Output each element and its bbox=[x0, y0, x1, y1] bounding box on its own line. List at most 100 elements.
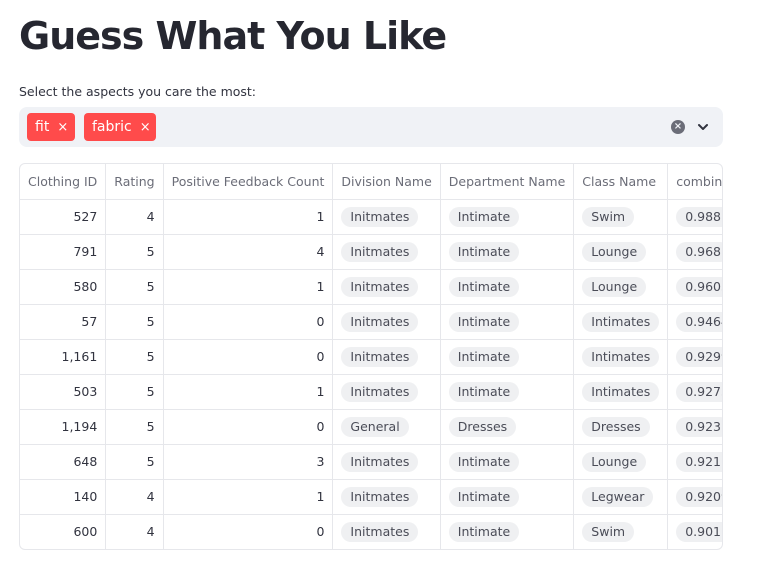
table-cell: 5 bbox=[105, 374, 164, 410]
chip-label: fit bbox=[35, 119, 50, 135]
table-cell: Intimate bbox=[440, 234, 575, 270]
table-cell: Initmates bbox=[332, 199, 441, 235]
table-header-row: Clothing ID Rating Positive Feedback Count… bbox=[20, 164, 722, 200]
table-row[interactable]: 14041 Initmates Intimate Legwear 0.9209 bbox=[20, 479, 722, 515]
table-cell: 4 bbox=[163, 234, 334, 270]
table-body: 52741InitmatesIntimateSwim0.988779154Ini… bbox=[20, 199, 722, 549]
selected-chip-fit: fit × bbox=[27, 113, 75, 141]
multiselect-label: Select the aspects you care the most: bbox=[19, 84, 257, 99]
table-row[interactable]: 64853 Initmates Intimate Lounge 0.9217 bbox=[20, 444, 722, 480]
table-cell: 1 bbox=[163, 479, 334, 515]
table-row[interactable]: 5750 Initmates Intimate Intimates 0.9464 bbox=[20, 304, 722, 340]
cell-pill: 0.9273 bbox=[676, 381, 722, 402]
table-cell: Lounge bbox=[573, 269, 669, 305]
table-cell: 4 bbox=[105, 199, 164, 235]
close-icon[interactable]: × bbox=[140, 121, 151, 134]
page-title: Guess What You Like bbox=[19, 14, 447, 58]
table-cell: Dresses bbox=[440, 409, 575, 445]
data-table[interactable]: Clothing ID Rating Positive Feedback Count… bbox=[19, 163, 723, 550]
table-row[interactable]: 50351 Initmates Intimate Intimates 0.9273 bbox=[20, 374, 722, 410]
table-cell: 503 bbox=[20, 374, 107, 410]
table-row[interactable]: 1,16150 Initmates Intimate Intimates 0.9299 bbox=[20, 339, 722, 375]
clear-circle-icon[interactable]: × bbox=[671, 120, 685, 134]
cell-pill: Intimate bbox=[448, 451, 520, 472]
table-cell: Swim bbox=[573, 514, 669, 549]
cell-pill: Initmates bbox=[341, 241, 419, 262]
table-cell: 0 bbox=[163, 514, 334, 549]
column-header[interactable]: Class Name bbox=[573, 164, 669, 200]
table-cell: Initmates bbox=[332, 269, 441, 305]
table-cell: General bbox=[332, 409, 441, 445]
cell-pill: General bbox=[341, 416, 409, 437]
table-row[interactable]: 58051 Initmates Intimate Lounge 0.9603 bbox=[20, 269, 722, 305]
cell-pill: Intimates bbox=[582, 346, 660, 367]
table-cell: Initmates bbox=[332, 234, 441, 270]
table-row[interactable]: 52741 Initmates Intimate Swim 0.9887 bbox=[20, 199, 722, 235]
table-cell: 5 bbox=[105, 339, 164, 375]
chevron-down-icon[interactable] bbox=[695, 119, 711, 135]
close-icon[interactable]: × bbox=[57, 121, 68, 134]
table-cell: Initmates bbox=[332, 479, 441, 515]
cell-pill: Lounge bbox=[582, 451, 647, 472]
table-cell: Lounge bbox=[573, 444, 669, 480]
column-header[interactable]: Clothing ID bbox=[20, 164, 107, 200]
table-cell: Initmates bbox=[332, 514, 441, 549]
table-cell: Initmates bbox=[332, 304, 441, 340]
table-cell: Intimates bbox=[573, 304, 669, 340]
cell-pill: Legwear bbox=[582, 486, 654, 507]
table-cell: 0.9209 bbox=[667, 479, 722, 515]
cell-pill: Lounge bbox=[582, 241, 647, 262]
table-cell: Legwear bbox=[573, 479, 669, 515]
table-row[interactable]: 60040 Initmates Intimate Swim 0.9011 bbox=[20, 514, 722, 549]
table-cell: 600 bbox=[20, 514, 107, 549]
cell-pill: 0.9603 bbox=[676, 276, 722, 297]
table-cell: 0.9299 bbox=[667, 339, 722, 375]
cell-pill: 0.923 bbox=[676, 416, 722, 437]
table-cell: 5 bbox=[105, 444, 164, 480]
cell-pill: Initmates bbox=[341, 381, 419, 402]
cell-pill: 0.968 bbox=[676, 241, 722, 262]
cell-pill: Dresses bbox=[582, 416, 650, 437]
column-header[interactable]: Division Name bbox=[332, 164, 441, 200]
table-cell: 1 bbox=[163, 199, 334, 235]
table-cell: 140 bbox=[20, 479, 107, 515]
table-cell: Intimate bbox=[440, 304, 575, 340]
table-cell: Lounge bbox=[573, 234, 669, 270]
cell-pill: Initmates bbox=[341, 346, 419, 367]
column-header[interactable]: Positive Feedback Count bbox=[163, 164, 334, 200]
recommendations-table: Clothing ID Rating Positive Feedback Count… bbox=[20, 164, 722, 549]
table-cell: 0.9273 bbox=[667, 374, 722, 410]
table-cell: 0 bbox=[163, 409, 334, 445]
cell-pill: 0.9217 bbox=[676, 451, 722, 472]
aspects-multiselect[interactable]: fit × fabric × × bbox=[19, 107, 723, 147]
table-cell: Intimate bbox=[440, 374, 575, 410]
table-cell: 5 bbox=[105, 409, 164, 445]
cell-pill: Intimates bbox=[582, 381, 660, 402]
cell-pill: Dresses bbox=[448, 416, 517, 437]
column-header[interactable]: Department Name bbox=[440, 164, 575, 200]
cell-pill: Intimates bbox=[582, 311, 660, 332]
table-row[interactable]: 791 5 4 Initmates Intimate Lounge 0.968 bbox=[20, 234, 722, 270]
table-cell: 0.9603 bbox=[667, 269, 722, 305]
table-cell: 57 bbox=[20, 304, 107, 340]
cell-pill: Intimate bbox=[448, 381, 520, 402]
table-row[interactable]: 1,194 5 0 General Dresses Dresses 0.923 bbox=[20, 409, 722, 445]
cell-pill: Intimate bbox=[448, 311, 520, 332]
cell-pill: Intimate bbox=[448, 486, 520, 507]
table-cell: 0.968 bbox=[667, 234, 722, 270]
cell-pill: Intimate bbox=[448, 346, 520, 367]
column-header[interactable]: combined_sco bbox=[667, 164, 722, 200]
cell-pill: 0.9299 bbox=[676, 346, 722, 367]
cell-pill: Swim bbox=[582, 206, 635, 227]
table-cell: Swim bbox=[573, 199, 669, 235]
table-cell: 0.9887 bbox=[667, 199, 722, 235]
table-cell: Intimate bbox=[440, 269, 575, 305]
cell-pill: 0.9464 bbox=[676, 311, 722, 332]
table-cell: 0 bbox=[163, 304, 334, 340]
column-header[interactable]: Rating bbox=[105, 164, 164, 200]
table-cell: 3 bbox=[163, 444, 334, 480]
chip-label: fabric bbox=[92, 119, 132, 135]
table-cell: 0.9011 bbox=[667, 514, 722, 549]
cell-pill: 0.9011 bbox=[676, 521, 722, 542]
cell-pill: Intimate bbox=[448, 521, 520, 542]
